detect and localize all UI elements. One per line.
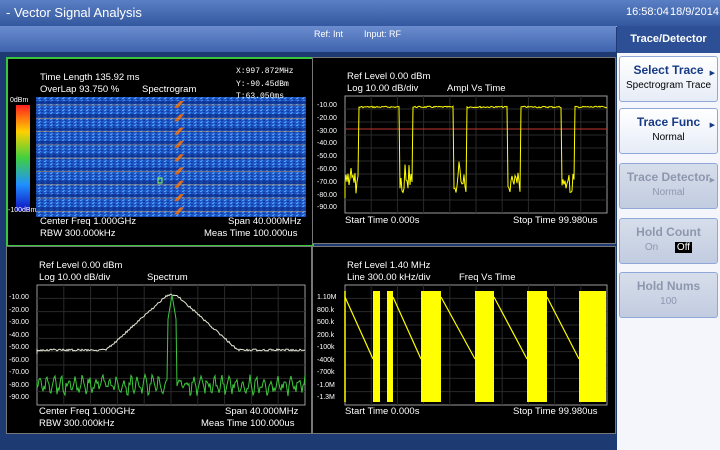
freq-trace [344,291,606,402]
scale-top: 0dBm [10,97,29,104]
color-scale-bar [16,105,30,211]
y-tick-label: -30.00 [9,319,29,326]
marker-x: X:997.872MHz [236,67,294,76]
y-tick-label: -90.00 [9,394,29,401]
ampl-vs-time-pane[interactable]: -10.00 -20.00 -30.00 -40.00 -50.00 -60.00 -70.… [312,57,616,244]
rbw: RBW 300.000kHz [39,418,115,429]
y-tick-label: -400k [317,356,335,364]
time-length: Time Length 135.92 ms [40,72,140,83]
ref-level: Ref Level 0.00 dBm [347,71,431,82]
trace-func-button[interactable]: Trace Func Normal ▶ [619,108,718,154]
view-mode-label: Freq Vs Time [459,272,516,283]
y-tick-label: 200.k [317,331,335,339]
y-tick-label: -10.00 [9,294,29,301]
y-tick-label: -700k [317,369,335,376]
y-tick-label: -10.00 [317,102,337,109]
y-tick-label: 800.k [317,306,335,314]
y-tick-label: -50.00 [9,344,29,351]
ref-status: Ref: Int [314,29,344,39]
hold-count-toggle[interactable]: Hold Count On Off [619,218,718,264]
y-tick-label: 500.k [317,319,335,326]
y-tick-label: -20.00 [317,114,337,122]
overlap: OverLap 93.750 % [40,84,120,95]
y-tick-label: -60.00 [9,356,29,364]
ref-level: Ref Level 1.40 MHz [347,260,431,271]
freq-vs-time-pane[interactable]: 1.10M 800.k 500.k 200.k -100k -400k -700k -1.0M… [312,246,616,434]
scale-per-div: Line 300.00 kHz/div [347,272,431,283]
scale-per-div: Log 10.00 dB/div [39,272,111,283]
ref-level: Ref Level 0.00 dBm [39,260,123,271]
spectrogram-pane[interactable]: Time Length 135.92 ms OverLap 93.750 % S… [6,57,314,247]
chevron-right-icon: ▶ [709,177,715,184]
y-tick-label: -70.00 [9,369,29,376]
chevron-right-icon: ▶ [709,70,715,77]
start-time: Start Time 0.000s [345,215,420,226]
clock-time: 16:58:04 [626,6,669,18]
softkey-panel: Trace/Detector Select Trace Spectrogram … [617,26,720,450]
panel-header: Trace/Detector [617,26,720,53]
start-time: Start Time 0.000s [345,406,420,417]
y-tick-label: -40.00 [317,140,337,148]
hold-count-on: On [644,242,659,253]
marker-t: T:63.050ms [236,92,285,101]
y-tick-label: -80.00 [317,191,337,199]
y-tick-label: -40.00 [9,331,29,339]
clock-date: 18/9/2014 [670,6,719,18]
spectrum-pane[interactable]: -10.00 -20.00 -30.00 -40.00 -50.00 -60.00 -70.… [6,246,312,434]
chevron-right-icon: ▶ [709,122,715,129]
y-tick-label: -20.00 [9,306,29,314]
rbw: RBW 300.000kHz [40,228,116,239]
view-mode-label: Spectrogram [142,84,197,95]
select-trace-button[interactable]: Select Trace Spectrogram Trace ▶ [619,56,718,102]
y-tick-label: -1.3M [317,394,335,401]
hold-nums-button[interactable]: Hold Nums 100 [619,272,718,318]
stop-time: Stop Time 99.980us [513,406,598,417]
y-tick-label: -90.00 [317,204,337,212]
hold-count-off: Off [674,242,693,253]
y-tick-label: 1.10M [317,294,337,301]
y-tick-label: -100k [317,344,335,351]
app-title: - Vector Signal Analysis [6,5,142,20]
title-bar: - Vector Signal Analysis 16:58:04 18/9/2… [0,0,720,27]
view-mode-label: Spectrum [147,272,188,283]
y-tick-label: -70.00 [317,178,337,186]
marker-y: Y:-90.45dBm [236,80,289,89]
scale-bottom: -100dBm [8,207,37,214]
center-freq: Center Freq 1.000GHz [40,216,137,227]
y-tick-label: -50.00 [317,153,337,161]
status-bar: Ref: Int Input: RF [0,26,616,52]
input-status: Input: RF [364,29,402,39]
view-mode-label: Ampl Vs Time [447,83,506,94]
y-tick-label: -80.00 [9,381,29,389]
trace-detector-button[interactable]: Trace Detector Normal ▶ [619,163,718,209]
meas-time: Meas Time 100.000us [204,228,298,239]
y-tick-label: -1.0M [317,381,335,389]
center-freq: Center Freq 1.000GHz [39,406,136,417]
scale-per-div: Log 10.00 dB/div [347,83,419,94]
meas-time: Meas Time 100.000us [201,418,295,429]
stop-time: Stop Time 99.980us [513,215,598,226]
span: Span 40.000MHz [228,216,302,227]
y-tick-label: -30.00 [317,127,337,135]
span: Span 40.000MHz [225,406,299,417]
y-tick-label: -60.00 [317,166,337,173]
